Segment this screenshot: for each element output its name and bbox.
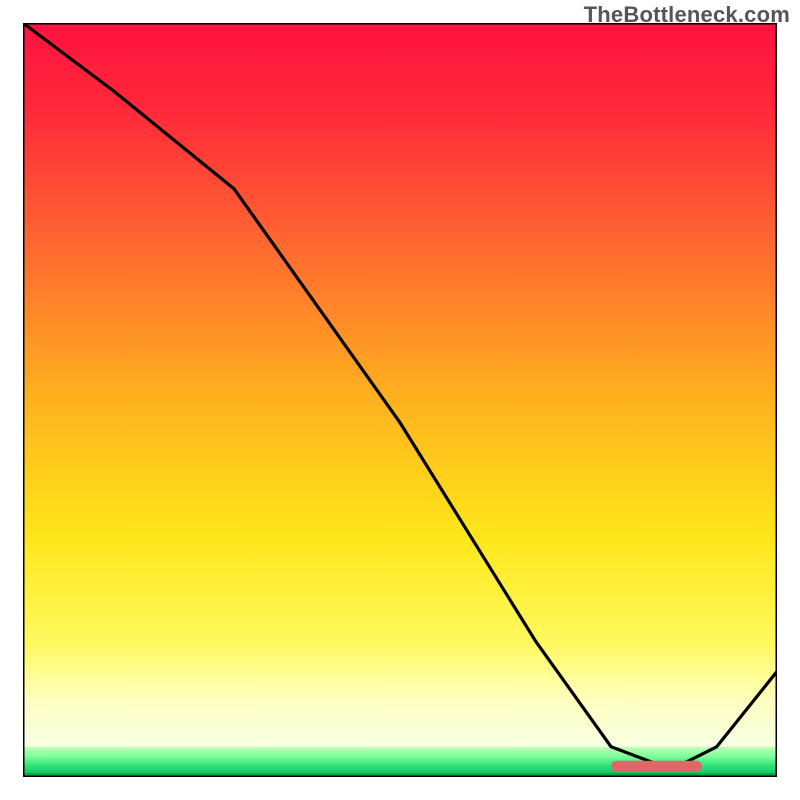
watermark-text: TheBottleneck.com (584, 2, 790, 28)
chart-background-gradient (23, 23, 777, 777)
page-root: TheBottleneck.com (0, 0, 800, 800)
bottleneck-chart (23, 23, 777, 777)
chart-container (23, 23, 777, 777)
optimal-range-marker (611, 761, 702, 772)
